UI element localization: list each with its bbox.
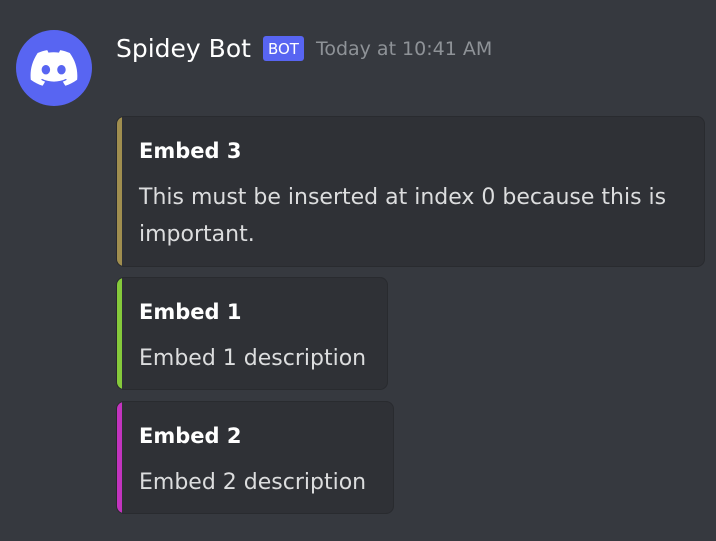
embed-color-bar [117, 402, 122, 513]
embed: Embed 2 Embed 2 description [116, 401, 394, 514]
embed-description: This must be inserted at index 0 because… [139, 185, 667, 247]
embed-color-bar [117, 117, 122, 266]
embed-title: Embed 3 [139, 139, 242, 163]
bot-badge: BOT [262, 36, 304, 61]
author-name[interactable]: Spidey Bot [116, 34, 251, 63]
avatar[interactable] [16, 30, 92, 106]
embed-title: Embed 2 [139, 424, 242, 448]
embed-description: Embed 1 description [139, 346, 367, 371]
message-header: Spidey Bot BOT Today at 10:41 AM [116, 34, 492, 63]
timestamp[interactable]: Today at 10:41 AM [316, 38, 492, 60]
chat-message: Spidey Bot BOT Today at 10:41 AM Embed 3… [0, 0, 716, 541]
embed-color-bar [117, 278, 122, 389]
embed-title: Embed 1 [139, 300, 242, 324]
embed: Embed 3 This must be inserted at index 0… [116, 116, 705, 267]
embed: Embed 1 Embed 1 description [116, 277, 388, 390]
embed-description: Embed 2 description [139, 470, 367, 495]
discord-logo-icon [30, 50, 78, 86]
